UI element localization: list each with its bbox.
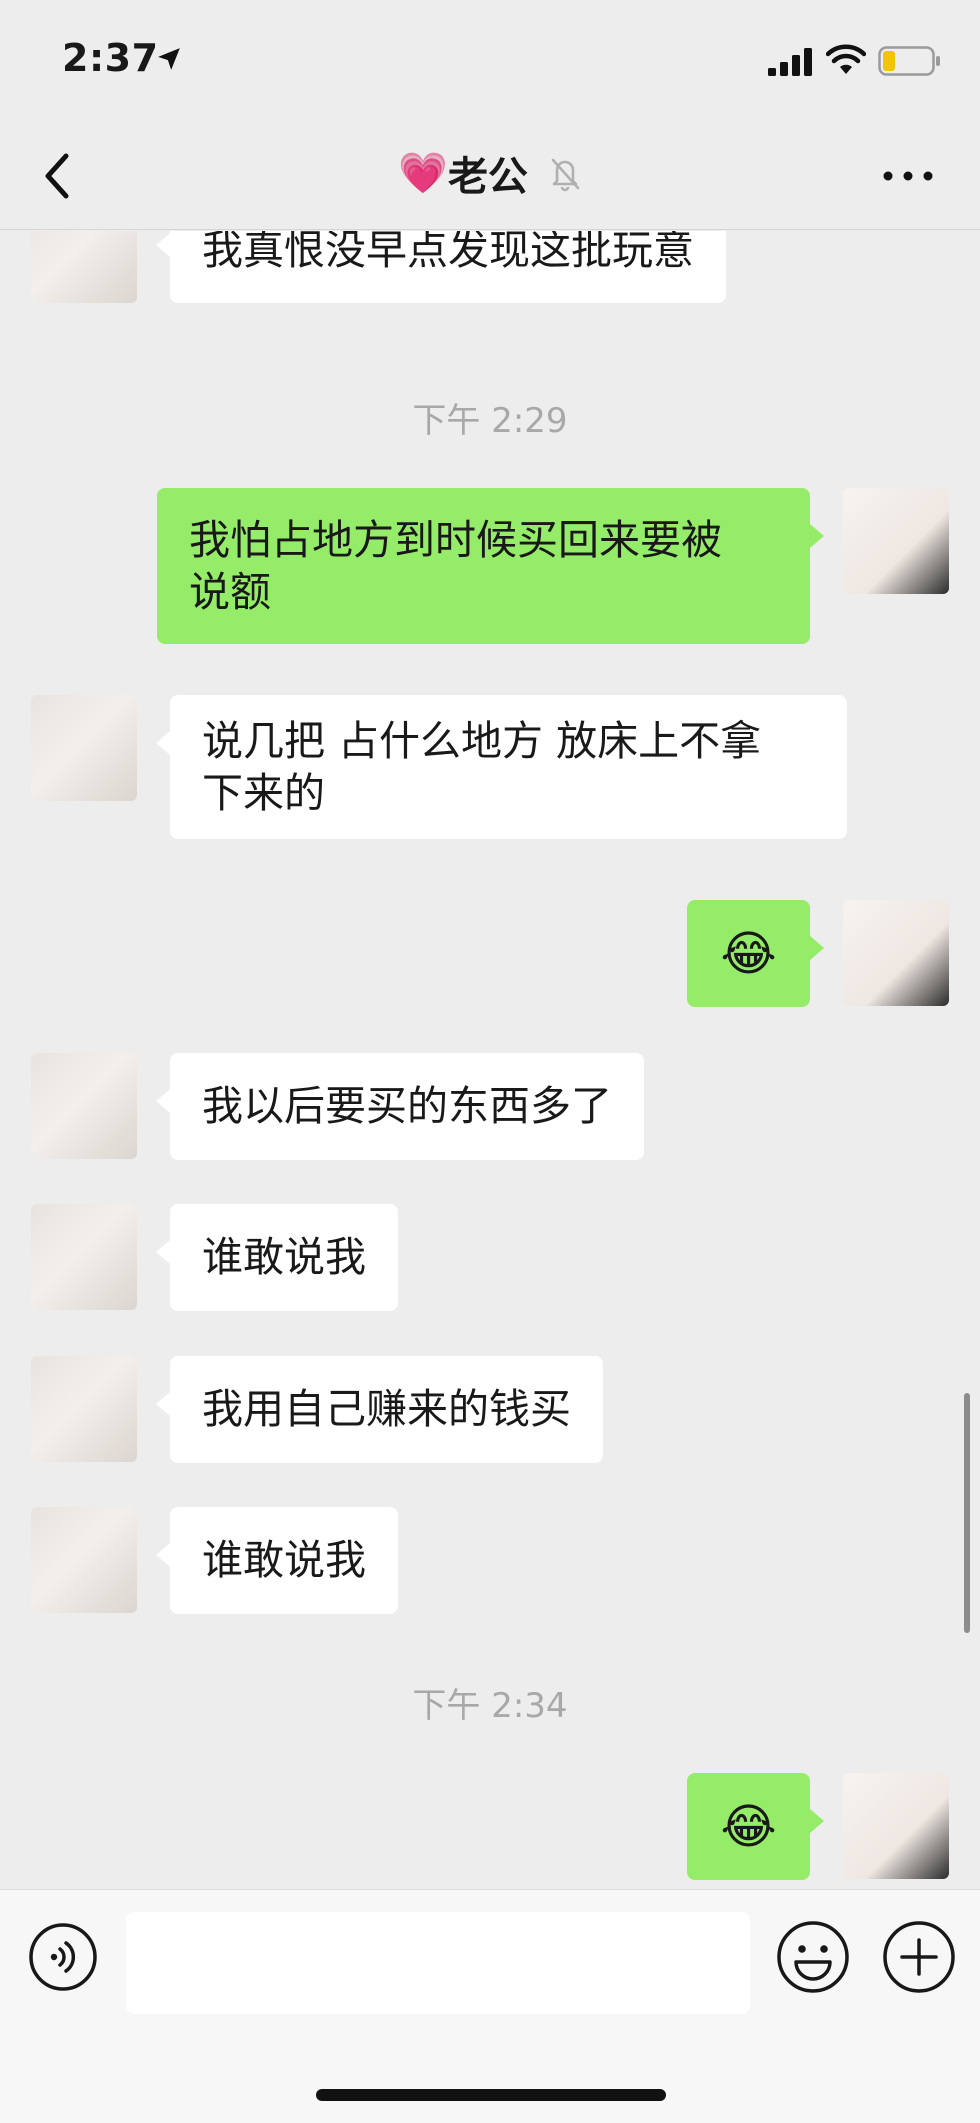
contact-avatar[interactable]	[31, 1507, 137, 1613]
chat-title-area: 💗老公	[0, 144, 980, 202]
message-bubble-received[interactable]: 谁敢说我	[156, 1204, 398, 1311]
my-avatar[interactable]	[843, 488, 949, 594]
battery-icon	[878, 46, 940, 76]
message-bubble-received[interactable]: 说几把 占什么地方 放床上不拿 下来的	[156, 695, 847, 839]
contact-avatar[interactable]	[31, 1053, 137, 1159]
laughing-emoji: 😂	[720, 1798, 777, 1855]
message-text: 我真恨没早点发现这批玩意	[202, 231, 694, 274]
more-dots-icon[interactable]	[878, 154, 938, 198]
message-text: 我以后要买的东西多了	[202, 1082, 612, 1130]
status-time: 2:37	[62, 36, 159, 80]
contact-avatar[interactable]	[31, 1204, 137, 1310]
message-bubble-sent[interactable]: 我怕占地方到时候买回来要被 说额	[157, 488, 824, 644]
heart-emoji: 💗	[398, 150, 448, 197]
message-text: 谁敢说我	[202, 1536, 366, 1584]
contact-avatar[interactable]	[31, 695, 137, 801]
contact-name: 老公	[447, 154, 528, 200]
message-bubble-sent[interactable]: 😂	[687, 1773, 824, 1880]
message-bubble-received[interactable]: 谁敢说我	[156, 1507, 398, 1614]
message-bubble-received[interactable]: 我用自己赚来的钱买	[156, 1356, 603, 1463]
wifi-icon	[826, 44, 866, 74]
bell-off-icon	[551, 158, 580, 192]
message-text-line: 我怕占地方到时候买回来要被	[189, 516, 722, 564]
emoji-face-icon[interactable]	[776, 1920, 850, 1994]
my-avatar[interactable]	[843, 1773, 949, 1879]
message-timestamp: 下午 2:29	[412, 401, 568, 441]
chat-header: 💗老公	[0, 120, 980, 230]
home-indicator[interactable]	[316, 2089, 666, 2101]
message-bubble-sent[interactable]: 😂	[687, 900, 824, 1007]
location-arrow-icon	[158, 48, 180, 70]
message-bubble-received[interactable]: 我以后要买的东西多了	[156, 1053, 644, 1160]
plus-icon[interactable]	[882, 1920, 956, 1994]
message-text-line: 说额	[189, 568, 271, 616]
message-text-line: 下来的	[202, 769, 325, 817]
message-text: 我用自己赚来的钱买	[202, 1385, 571, 1433]
voice-icon[interactable]	[28, 1922, 98, 1992]
contact-avatar[interactable]	[31, 1356, 137, 1462]
message-input[interactable]	[126, 1912, 750, 2014]
message-list[interactable]: 我真恨没早点发现这批玩意 下午 2:29 我怕占地方到时候买回来要被 说额 说几…	[0, 231, 980, 1889]
input-toolbar	[0, 1889, 980, 2123]
message-text: 谁敢说我	[202, 1233, 366, 1281]
cellular-signal-icon	[768, 48, 812, 76]
contact-avatar[interactable]	[31, 231, 137, 303]
status-bar: 2:37	[0, 0, 980, 120]
message-bubble-received[interactable]: 我真恨没早点发现这批玩意	[156, 231, 726, 303]
message-timestamp: 下午 2:34	[412, 1686, 568, 1726]
scrollbar[interactable]	[964, 1393, 970, 1633]
message-text-line: 说几把 占什么地方 放床上不拿	[202, 717, 762, 765]
laughing-emoji: 😂	[720, 925, 777, 982]
my-avatar[interactable]	[843, 900, 949, 1006]
